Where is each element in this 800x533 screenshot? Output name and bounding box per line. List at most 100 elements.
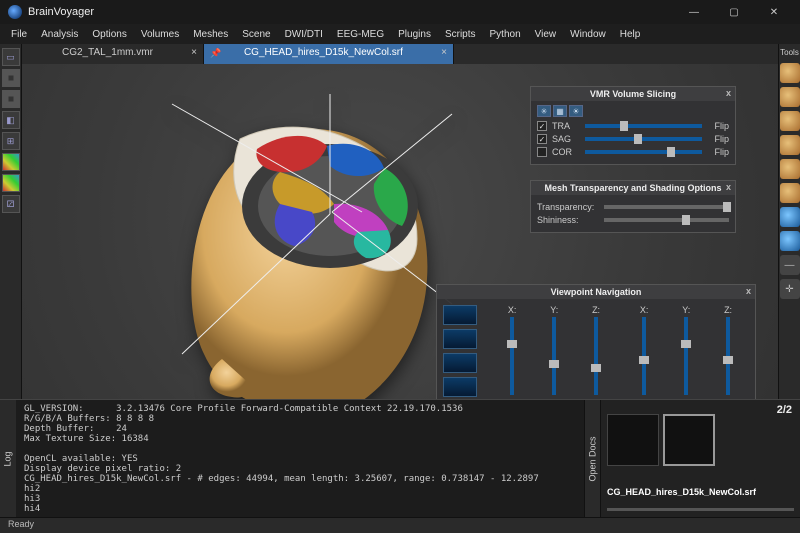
trn-z-slider[interactable]	[726, 317, 730, 395]
tool-singleview-icon[interactable]: ▭	[2, 48, 20, 66]
panel-close-icon[interactable]: x	[726, 88, 731, 98]
menu-help[interactable]: Help	[613, 27, 648, 42]
log-tab[interactable]: Log	[0, 400, 16, 517]
tools-label: Tools	[780, 48, 799, 57]
preset-view-icon[interactable]	[443, 377, 477, 397]
axis-label: Y:	[550, 305, 558, 315]
view-preset-icon[interactable]	[780, 111, 800, 131]
tra-flip-button[interactable]: Flip	[707, 121, 729, 131]
view-preset-icon[interactable]	[780, 135, 800, 155]
rot-y-slider[interactable]	[552, 317, 556, 395]
panel-viewpoint-nav[interactable]: Viewpoint Navigation x X:	[436, 284, 756, 399]
view-preset-icon[interactable]	[780, 87, 800, 107]
transparency-slider[interactable]	[604, 205, 729, 209]
menu-analysis[interactable]: Analysis	[34, 27, 85, 42]
view-preset-icon[interactable]	[780, 159, 800, 179]
menu-scene[interactable]: Scene	[235, 27, 277, 42]
tool-colormap-icon[interactable]	[2, 153, 20, 171]
tab-label: CG2_TAL_1mm.vmr	[62, 47, 153, 58]
open-docs-tab[interactable]: Open Docs	[584, 400, 600, 517]
axis-label: Y:	[682, 305, 690, 315]
app-icon	[8, 5, 22, 19]
menu-volumes[interactable]: Volumes	[134, 27, 186, 42]
translation-group: X: Y: Z: 5.4	[623, 305, 749, 399]
3d-viewport[interactable]: VMR Volume Slicing x ✳ ▦ ☀ ✓ TRA Flip	[22, 64, 778, 399]
menu-plugins[interactable]: Plugins	[391, 27, 438, 42]
shininess-label: Shininess:	[537, 215, 599, 225]
tool-gridview2-icon[interactable]	[2, 90, 20, 108]
viewpoint-presets	[443, 305, 483, 399]
preset-view-icon[interactable]	[443, 305, 477, 325]
panel-mesh-shading[interactable]: Mesh Transparency and Shading Options x T…	[530, 180, 736, 233]
log-panel[interactable]: GL_VERSION: 3.2.13476 Core Profile Forwa…	[16, 400, 584, 517]
tab-close-icon[interactable]: ×	[441, 47, 447, 58]
sag-checkbox[interactable]: ✓	[537, 134, 547, 144]
close-button[interactable]: ✕	[756, 2, 792, 22]
tab-pin-icon[interactable]: 📌	[210, 48, 221, 59]
menu-options[interactable]: Options	[85, 27, 133, 42]
tool-colormap2-icon[interactable]	[2, 174, 20, 192]
tool-iso-icon[interactable]: ◧	[2, 111, 20, 129]
tra-slider[interactable]	[585, 124, 702, 128]
tra-label: TRA	[552, 121, 580, 131]
trn-y-slider[interactable]	[684, 317, 688, 395]
axis-label: X:	[508, 305, 517, 315]
cor-slider[interactable]	[585, 150, 702, 154]
doc-scrollbar[interactable]	[607, 508, 794, 511]
tab-close-icon[interactable]: ×	[191, 47, 197, 58]
axis-label: Z:	[592, 305, 600, 315]
doc-thumb[interactable]	[663, 414, 715, 466]
crosshair-icon[interactable]: ✛	[780, 279, 800, 299]
menu-scripts[interactable]: Scripts	[438, 27, 483, 42]
sag-label: SAG	[552, 134, 580, 144]
sag-slider[interactable]	[585, 137, 702, 141]
trn-x-slider[interactable]	[642, 317, 646, 395]
menu-window[interactable]: Window	[563, 27, 613, 42]
tab-label: CG_HEAD_hires_D15k_NewCol.srf	[244, 47, 403, 58]
slicing-mode-box-icon[interactable]: ▦	[553, 105, 567, 117]
panel-title: Mesh Transparency and Shading Options	[544, 183, 721, 193]
tool-cross-icon[interactable]: ⊞	[2, 132, 20, 150]
preset-view-icon[interactable]	[443, 329, 477, 349]
menu-file[interactable]: File	[4, 27, 34, 42]
app-title: BrainVoyager	[28, 6, 676, 18]
preset-view-icon[interactable]	[443, 353, 477, 373]
view-preset-icon[interactable]	[780, 183, 800, 203]
shininess-slider[interactable]	[604, 218, 729, 222]
panel-title: Viewpoint Navigation	[551, 287, 642, 297]
transparency-label: Transparency:	[537, 202, 599, 212]
minimize-button[interactable]: —	[676, 2, 712, 22]
panel-close-icon[interactable]: x	[726, 182, 731, 192]
doc-thumb[interactable]	[607, 414, 659, 466]
menu-eeg-meg[interactable]: EEG-MEG	[330, 27, 391, 42]
tool-dice-icon[interactable]: ⚂	[2, 195, 20, 213]
menubar: File Analysis Options Volumes Meshes Sce…	[0, 24, 800, 44]
tab-srf[interactable]: 📌 CG_HEAD_hires_D15k_NewCol.srf ×	[204, 44, 454, 64]
rot-z-slider[interactable]	[594, 317, 598, 395]
cor-checkbox[interactable]	[537, 147, 547, 157]
menu-dwi-dti[interactable]: DWI/DTI	[278, 27, 330, 42]
tab-vmr[interactable]: CG2_TAL_1mm.vmr ×	[22, 44, 204, 64]
cor-flip-button[interactable]: Flip	[707, 147, 729, 157]
tra-checkbox[interactable]: ✓	[537, 121, 547, 131]
brain-preset-icon[interactable]	[780, 231, 800, 251]
panel-close-icon[interactable]: x	[746, 286, 751, 296]
panel-vmr-slicing[interactable]: VMR Volume Slicing x ✳ ▦ ☀ ✓ TRA Flip	[530, 86, 736, 165]
rotation-group: X: Y: Z: -68.6	[491, 305, 617, 399]
tool-gridview-icon[interactable]	[2, 69, 20, 87]
rot-x-slider[interactable]	[510, 317, 514, 395]
brain-preset-icon[interactable]	[780, 207, 800, 227]
slicing-mode-cross-icon[interactable]: ✳	[537, 105, 551, 117]
maximize-button[interactable]: ▢	[716, 2, 752, 22]
divider: —	[780, 255, 800, 275]
docs-count: 2/2	[777, 404, 792, 416]
menu-view[interactable]: View	[528, 27, 564, 42]
rendered-head-mesh	[162, 94, 462, 399]
panel-title: VMR Volume Slicing	[590, 89, 676, 99]
sag-flip-button[interactable]: Flip	[707, 134, 729, 144]
menu-python[interactable]: Python	[483, 27, 528, 42]
slicing-mode-sun-icon[interactable]: ☀	[569, 105, 583, 117]
titlebar: BrainVoyager — ▢ ✕	[0, 0, 800, 24]
menu-meshes[interactable]: Meshes	[186, 27, 235, 42]
view-preset-icon[interactable]	[780, 63, 800, 83]
